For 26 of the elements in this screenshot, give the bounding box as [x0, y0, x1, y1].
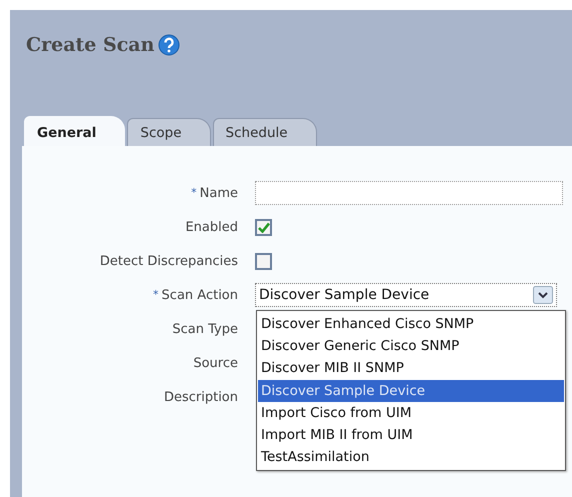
tab[interactable]: Schedule: [212, 118, 317, 146]
page-title: Create Scan: [26, 34, 154, 56]
scan-action-dropdown[interactable]: Discover Sample Device: [255, 283, 557, 307]
field-label: Source: [193, 356, 238, 370]
required-mark: *: [153, 288, 159, 300]
field-label: Enabled: [185, 220, 238, 234]
dropdown-option[interactable]: Discover Enhanced Cisco SNMP: [258, 313, 564, 336]
dropdown-option[interactable]: TestAssimilation: [258, 446, 564, 468]
dropdown-option[interactable]: Discover Generic Cisco SNMP: [258, 335, 564, 358]
help-icon[interactable]: [158, 34, 180, 56]
field-label: Name: [200, 186, 238, 200]
field-label: Description: [164, 390, 238, 404]
checkbox[interactable]: [255, 252, 272, 270]
field-label: Scan Action: [162, 288, 238, 302]
tab[interactable]: General: [24, 116, 126, 146]
tab[interactable]: Scope: [127, 118, 211, 146]
dropdown-option[interactable]: Discover MIB II SNMP: [258, 357, 564, 380]
required-mark: *: [191, 186, 197, 198]
dropdown-option[interactable]: Discover Sample Device: [258, 380, 564, 402]
dropdown-option[interactable]: Import MIB II from UIM: [258, 424, 564, 446]
checkbox[interactable]: [255, 218, 272, 236]
field-label: Scan Type: [172, 322, 238, 336]
name-field[interactable]: [255, 181, 563, 205]
caret-icon: [533, 286, 553, 304]
dropdown-option[interactable]: Import Cisco from UIM: [258, 402, 564, 424]
field-label: Detect Discrepancies: [100, 254, 238, 268]
